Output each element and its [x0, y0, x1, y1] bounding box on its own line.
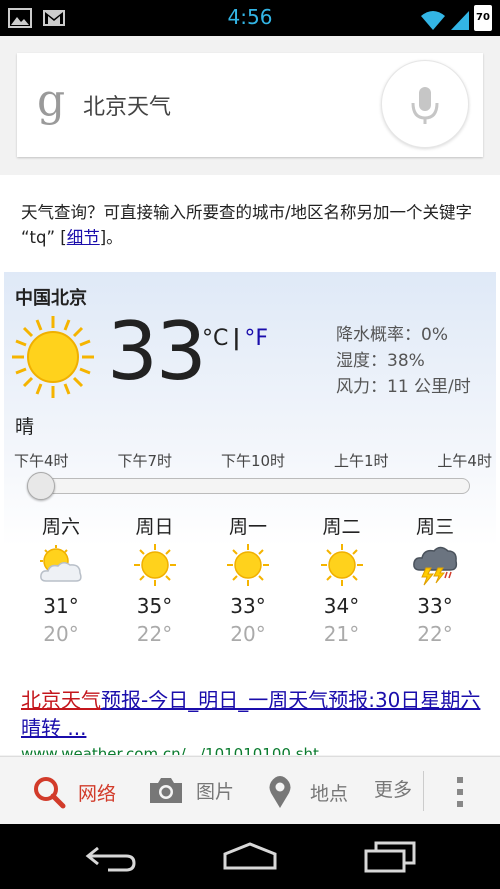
- sun-icon: [227, 544, 269, 586]
- details-link[interactable]: 细节: [67, 228, 100, 247]
- forecast-high: 31°: [43, 594, 79, 618]
- current-temperature: 33: [107, 305, 207, 398]
- hour-slider-thumb[interactable]: [27, 472, 55, 500]
- back-icon[interactable]: [84, 844, 138, 872]
- tab-more-label: 更多: [374, 779, 413, 801]
- search-box[interactable]: g 北京天气: [17, 53, 483, 157]
- tab-images-label: 图片: [196, 780, 235, 803]
- sunny-icon: [12, 316, 94, 398]
- result-url: www.weather.com.cn/.../101010100.sht: [21, 745, 319, 755]
- search-type-bar: 网络 图片 地点 更多: [0, 756, 500, 825]
- tab-images[interactable]: 图片: [148, 775, 234, 805]
- forecast-low: 22°: [417, 622, 453, 646]
- forecast-day-name: 周日: [135, 516, 174, 538]
- forecast-high: 35°: [136, 594, 173, 618]
- forecast-day: 周六 31° 20°: [18, 512, 104, 646]
- search-result-title[interactable]: 北京天气预报-今日_明日_一周天气预报:30日星期六晴转 ...: [21, 686, 481, 742]
- hour-label: 下午7时: [117, 452, 173, 470]
- unit-toggle: °C | °F: [202, 326, 269, 351]
- battery-icon: 70: [474, 5, 492, 31]
- thunderstorm-icon: [413, 546, 458, 586]
- weather-condition: 晴: [15, 416, 35, 438]
- sun-icon: [133, 544, 176, 586]
- tab-web-label: 网络: [78, 782, 117, 805]
- partly-cloudy-icon: [40, 545, 82, 582]
- search-icon: [34, 777, 66, 809]
- system-nav-bar: [0, 824, 500, 889]
- result-title-highlight[interactable]: 北京天气: [21, 688, 101, 712]
- overflow-menu-icon[interactable]: [454, 775, 466, 809]
- forecast-day-name: 周二: [322, 516, 361, 538]
- forecast-high: 33°: [417, 594, 453, 618]
- forecast-day-name: 周一: [228, 516, 267, 538]
- forecast-day: 周二 34° 21°: [299, 512, 385, 646]
- forecast-row: 周六 31° 20° 周日 35° 22° 周一 33° 20° 周二 34° …: [18, 512, 478, 646]
- signal-icon: [451, 11, 469, 30]
- forecast-low: 21°: [323, 622, 360, 646]
- tab-places[interactable]: 地点: [268, 775, 348, 809]
- wind-speed: 风力：11 公里/时: [336, 377, 471, 397]
- forecast-day: 周日 35° 22°: [112, 512, 198, 646]
- weather-tip: 天气查询？可直接输入所要查的城市/地区名称另加一个关键字 “tq” [细节]。: [21, 203, 473, 247]
- forecast-high: 33°: [230, 594, 266, 618]
- forecast-high: 34°: [323, 594, 360, 618]
- fahrenheit-link[interactable]: °F: [244, 326, 268, 351]
- home-icon[interactable]: [222, 842, 278, 870]
- precipitation-chance: 降水概率：0%: [336, 325, 448, 345]
- hour-labels: 下午4时 下午7时 下午10时 上午1时 上午4时: [14, 450, 492, 471]
- microphone-icon: [411, 87, 439, 124]
- tab-places-label: 地点: [310, 782, 349, 805]
- hour-label: 上午1时: [333, 452, 389, 470]
- status-bar: 4:56 70: [0, 0, 500, 36]
- humidity: 湿度：38%: [336, 351, 425, 371]
- forecast-day: 周一 33° 20°: [205, 512, 291, 646]
- tab-web[interactable]: 网络: [32, 775, 116, 809]
- weather-details: 降水概率：0% 湿度：38% 风力：11 公里/时: [336, 322, 471, 400]
- celsius-unit: °C: [202, 326, 229, 351]
- search-input[interactable]: 北京天气: [83, 89, 171, 121]
- forecast-low: 20°: [43, 622, 79, 646]
- forecast-low: 22°: [136, 622, 173, 646]
- divider: [423, 771, 424, 811]
- hour-label: 下午4时: [14, 452, 69, 470]
- hour-label: 下午10时: [220, 452, 286, 470]
- tab-more[interactable]: 更多: [374, 775, 412, 802]
- google-logo: g: [37, 75, 66, 126]
- voice-search-button[interactable]: [381, 60, 469, 148]
- wifi-icon: [421, 11, 445, 30]
- hour-slider-track[interactable]: [28, 478, 470, 494]
- location-pin-icon: [269, 776, 291, 808]
- hour-label: 上午4时: [437, 452, 492, 470]
- camera-icon: [150, 778, 182, 803]
- weather-location: 中国北京: [15, 288, 87, 309]
- weather-card: 中国北京 33 °C | °F 降水概率：0% 湿度：38% 风力：11 公里/时 …: [4, 272, 496, 664]
- forecast-day-name: 周六: [41, 516, 80, 538]
- recent-apps-icon[interactable]: [364, 841, 416, 873]
- forecast-day: 周三 33° 22°: [392, 512, 478, 646]
- sun-icon: [320, 544, 363, 586]
- forecast-low: 20°: [230, 622, 266, 646]
- forecast-day-name: 周三: [415, 516, 454, 538]
